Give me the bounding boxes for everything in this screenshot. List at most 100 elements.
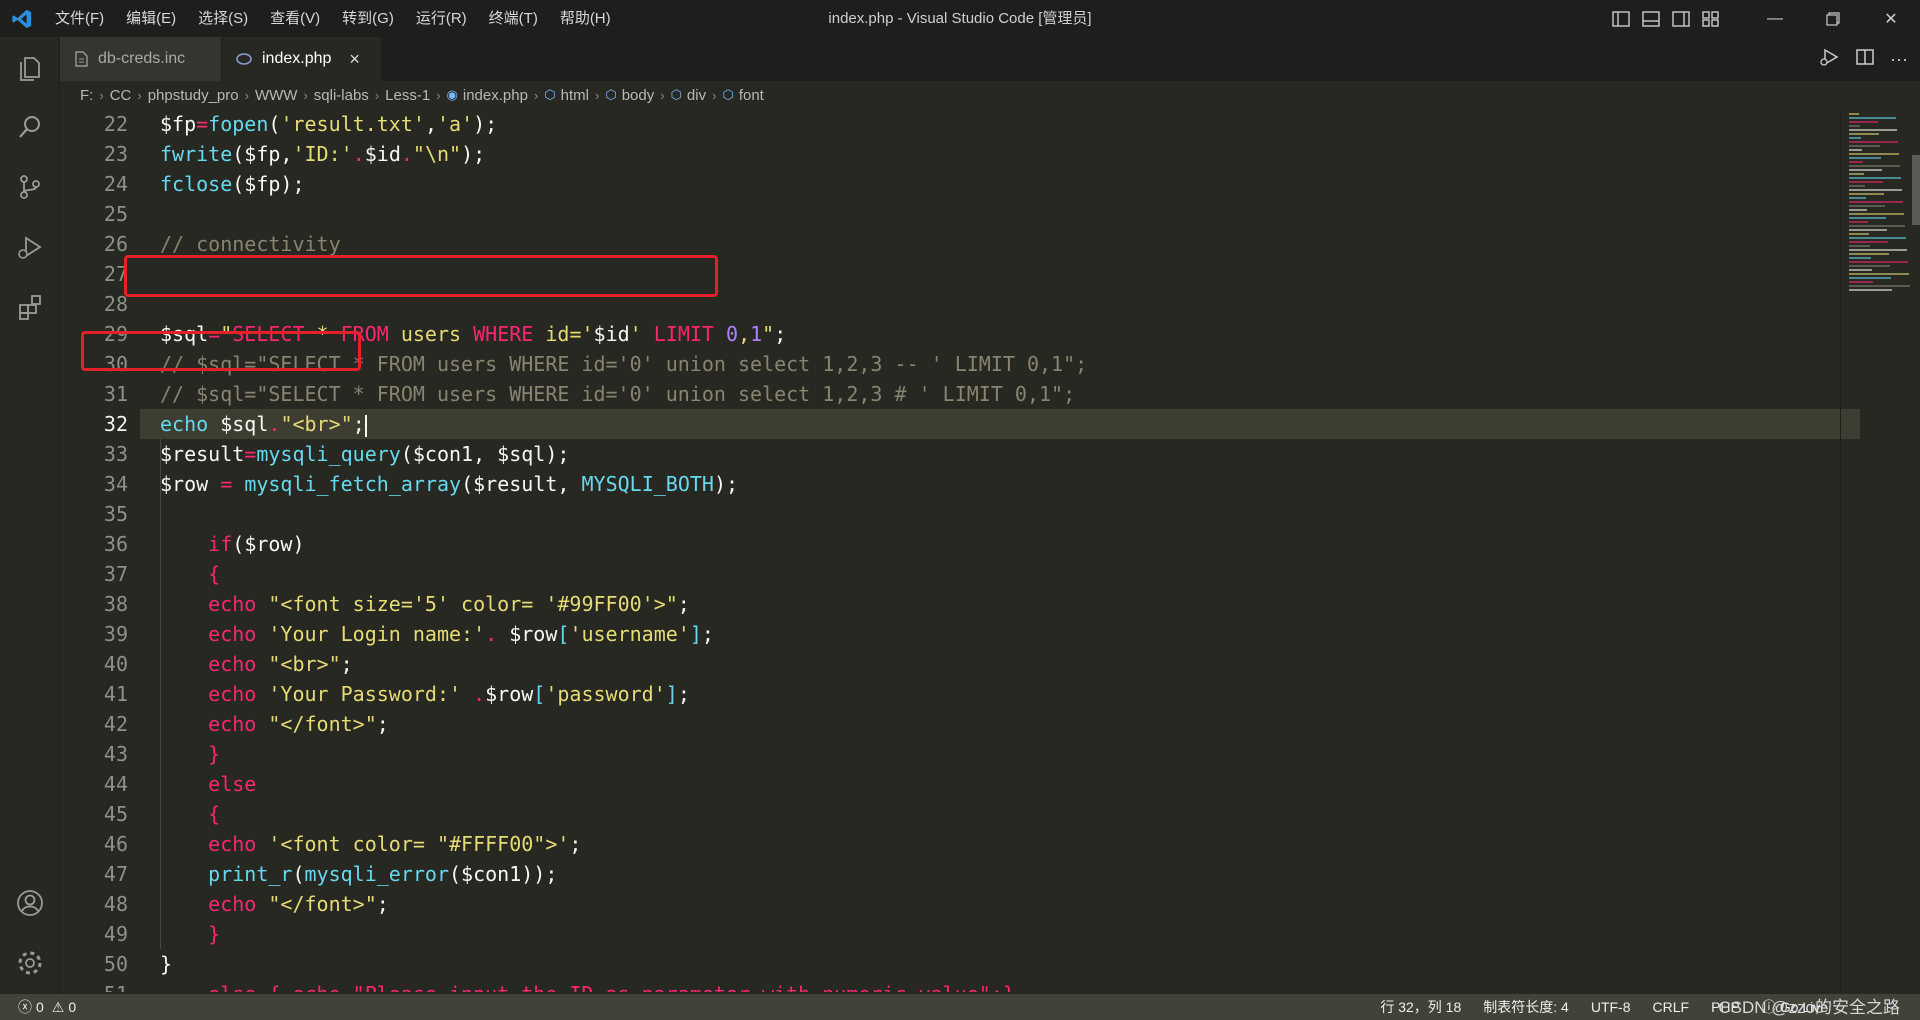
code-line[interactable]: if($row)	[160, 529, 1840, 559]
menu-item[interactable]: 运行(R)	[405, 0, 478, 37]
extensions-icon[interactable]	[0, 277, 60, 337]
breadcrumb-item[interactable]: F:	[80, 87, 93, 104]
minimap-line	[1849, 169, 1882, 171]
code-token: mysqli_fetch_array	[244, 472, 462, 496]
scrollbar-thumb[interactable]	[1912, 155, 1920, 225]
code-line[interactable]: echo 'Your Password:' .$row['password'];	[160, 679, 1840, 709]
code-line[interactable]: {	[160, 559, 1840, 589]
minimap-line	[1849, 201, 1903, 203]
accounts-icon[interactable]	[0, 873, 60, 933]
run-debug-icon[interactable]	[0, 217, 60, 277]
code-line[interactable]: {	[160, 799, 1840, 829]
code-line[interactable]: $sql="SELECT * FROM users WHERE id='$id'…	[160, 319, 1840, 349]
code-token: }	[160, 742, 221, 766]
run-code-icon[interactable]	[1820, 48, 1840, 71]
code-line[interactable]: // $sql="SELECT * FROM users WHERE id='0…	[160, 379, 1840, 409]
php-file-icon	[236, 53, 252, 65]
code-token: '	[629, 322, 654, 346]
breadcrumb-item[interactable]: ⬡ font	[722, 87, 763, 104]
menu-item[interactable]: 选择(S)	[187, 0, 259, 37]
line-number: 50	[103, 952, 128, 976]
menu-item[interactable]: 终端(T)	[478, 0, 549, 37]
source-control-icon[interactable]	[0, 157, 60, 217]
minimap-line	[1849, 141, 1898, 143]
minimap-line	[1849, 205, 1885, 207]
breadcrumb-item[interactable]: phpstudy_pro	[148, 87, 239, 104]
explorer-icon[interactable]	[0, 37, 60, 97]
tab-db-creds[interactable]: db-creds.inc	[60, 37, 222, 81]
breadcrumb-item[interactable]: Less-1	[385, 87, 430, 104]
code-line[interactable]: echo "</font>";	[160, 709, 1840, 739]
code-line[interactable]: echo "<br>";	[160, 649, 1840, 679]
breadcrumb-item[interactable]: WWW	[255, 87, 297, 104]
indentation[interactable]: 制表符长度: 4	[1483, 997, 1569, 1017]
menu-item[interactable]: 文件(F)	[44, 0, 115, 37]
code-line[interactable]: fwrite($fp,'ID:'.$id."\n");	[160, 139, 1840, 169]
code-area[interactable]: $fp=fopen('result.txt','a'); fwrite($fp,'…	[140, 109, 1860, 992]
close-window-button[interactable]: ✕	[1862, 0, 1920, 37]
minimap[interactable]	[1840, 109, 1920, 992]
minimap-line	[1849, 125, 1860, 127]
toggle-secondary-sidebar-icon[interactable]	[1666, 0, 1696, 37]
minimize-button[interactable]: —	[1746, 0, 1804, 37]
code-line[interactable]: echo 'Your Login name:'. $row['username'…	[160, 619, 1840, 649]
close-tab-icon[interactable]: ×	[349, 49, 360, 70]
code-line[interactable]: echo "</font>";	[160, 889, 1840, 919]
line-number: 40	[103, 652, 128, 676]
code-line[interactable]: print_r(mysqli_error($con1));	[160, 859, 1840, 889]
toggle-primary-sidebar-icon[interactable]	[1606, 0, 1636, 37]
menu-item[interactable]: 编辑(E)	[115, 0, 187, 37]
code-token: echo	[160, 892, 269, 916]
breadcrumb-item[interactable]: ⬡ body	[605, 87, 654, 104]
settings-gear-icon[interactable]	[0, 933, 60, 993]
search-icon[interactable]	[0, 97, 60, 157]
code-line[interactable]: echo '<font color= "#FFFF00">';	[160, 829, 1840, 859]
breadcrumb-item[interactable]: sqli-labs	[314, 87, 369, 104]
code-line[interactable]: fclose($fp);	[160, 169, 1840, 199]
minimap-line	[1849, 133, 1879, 135]
menu-item[interactable]: 帮助(H)	[549, 0, 622, 37]
end-of-line[interactable]: CRLF	[1653, 999, 1690, 1015]
code-line[interactable]: }	[160, 739, 1840, 769]
activity-bar	[0, 37, 60, 994]
code-line[interactable]: }	[160, 949, 1840, 979]
code-token: ,	[424, 112, 437, 136]
code-line[interactable]: $row = mysqli_fetch_array($result, MYSQL…	[160, 469, 1840, 499]
code-token: (	[232, 532, 245, 556]
restore-button[interactable]	[1804, 0, 1862, 37]
problems-indicator[interactable]: ⓧ 0 ⚠ 0	[0, 997, 76, 1017]
toggle-panel-icon[interactable]	[1636, 0, 1666, 37]
menu-item[interactable]: 转到(G)	[331, 0, 405, 37]
breadcrumb-item[interactable]: CC	[110, 87, 132, 104]
code-line[interactable]: echo $sql."<br>";	[140, 409, 1860, 439]
code-line[interactable]: else { echo "Please input the ID as para…	[160, 979, 1840, 992]
breadcrumb-item[interactable]: ⬡ html	[544, 87, 589, 104]
code-line[interactable]: else	[160, 769, 1840, 799]
title-actions: — ✕	[1606, 0, 1920, 37]
customize-layout-icon[interactable]	[1696, 0, 1726, 37]
code-line[interactable]: $result=mysqli_query($con1, $sql);	[160, 439, 1840, 469]
split-editor-icon[interactable]	[1856, 48, 1874, 70]
line-number: 42	[103, 712, 128, 736]
encoding[interactable]: UTF-8	[1591, 999, 1631, 1015]
warning-count: 0	[68, 999, 77, 1015]
code-token: ;	[376, 712, 389, 736]
code-editor[interactable]: 22 23 24 25 26 27 28 29 30 31 32 33 34 35 36 37 38 39 40 41…	[60, 109, 1920, 992]
more-actions-icon[interactable]: ···	[1890, 49, 1908, 70]
cursor-position[interactable]: 行 32，列 18	[1380, 997, 1461, 1017]
minimap-line	[1849, 281, 1873, 283]
code-line[interactable]: echo "<font size='5' color= '#99FF00'>";	[160, 589, 1840, 619]
breadcrumb-item[interactable]: ⬡ div	[671, 87, 707, 104]
minimap-line	[1849, 253, 1889, 255]
code-line[interactable]	[160, 199, 1840, 229]
breadcrumb-item[interactable]: ◉ index.php	[447, 87, 528, 104]
code-line[interactable]: $fp=fopen('result.txt','a');	[160, 109, 1840, 139]
code-line[interactable]: // $sql="SELECT * FROM users WHERE id='0…	[160, 349, 1840, 379]
menu-item[interactable]: 查看(V)	[259, 0, 331, 37]
code-token: mysqli_query	[256, 442, 401, 466]
tab-index-php[interactable]: index.php ×	[222, 37, 382, 81]
code-line[interactable]	[160, 499, 1840, 529]
code-line[interactable]: }	[160, 919, 1840, 949]
